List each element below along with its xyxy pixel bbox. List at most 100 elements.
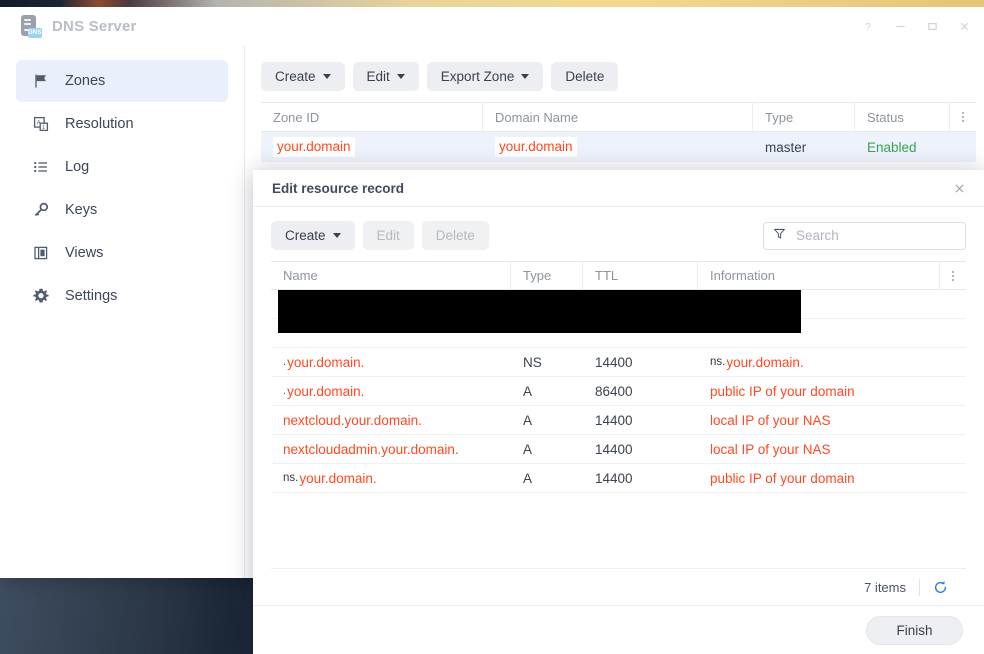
zones-column-status[interactable]: Status xyxy=(855,103,950,131)
record-type-cell: A xyxy=(511,435,583,463)
svg-text:?: ? xyxy=(865,21,871,32)
search-input[interactable] xyxy=(794,227,975,244)
record-name-prefix: ns. xyxy=(283,472,298,484)
window-title: DNS Server xyxy=(52,18,137,35)
close-icon[interactable] xyxy=(948,11,980,41)
record-ttl-cell: 14400 xyxy=(583,406,698,434)
finish-button[interactable]: Finish xyxy=(866,616,963,645)
item-count-label: 7 items xyxy=(864,580,906,595)
delete-record-label: Delete xyxy=(436,228,475,243)
sidebar-item-label: Resolution xyxy=(65,116,134,132)
zone-id-value: your.domain xyxy=(273,137,355,157)
sidebar-item-resolution[interactable]: A1 Resolution xyxy=(16,103,228,145)
record-name-cell: nextcloudadmin.your.domain. xyxy=(271,435,511,463)
edit-zone-label: Edit xyxy=(367,69,390,84)
dialog-header: Edit resource record xyxy=(253,170,984,207)
dns-icon-badge: DNS xyxy=(28,28,42,38)
window-titlebar: DNS DNS Server ? xyxy=(0,6,984,46)
sidebar-item-label: Log xyxy=(65,159,89,175)
delete-record-button: Delete xyxy=(422,221,489,250)
sidebar-item-log[interactable]: Log xyxy=(16,146,228,188)
record-name-prefix: . xyxy=(283,385,286,397)
sidebar-item-zones[interactable]: Zones xyxy=(16,60,228,102)
zones-table-row[interactable]: your.domain your.domain master Enabled xyxy=(261,132,976,162)
sidebar-item-label: Settings xyxy=(65,288,117,304)
window-controls: ? xyxy=(852,11,980,41)
search-box[interactable] xyxy=(763,222,966,250)
zone-status-cell: Enabled xyxy=(855,132,950,162)
zone-domain-name-cell: your.domain xyxy=(483,132,753,162)
edit-record-button: Edit xyxy=(363,221,414,250)
records-column-name[interactable]: Name xyxy=(271,262,511,289)
zones-column-domain-name[interactable]: Domain Name xyxy=(483,103,753,131)
table-row[interactable]: nextcloudadmin.your.domain. A 14400 loca… xyxy=(271,435,966,464)
delete-zone-button[interactable]: Delete xyxy=(551,62,618,91)
record-name-cell: ns.your.domain. xyxy=(271,464,511,492)
edit-record-label: Edit xyxy=(377,228,400,243)
maximize-icon[interactable] xyxy=(916,11,948,41)
sidebar-item-label: Keys xyxy=(65,202,97,218)
sidebar: Zones A1 Resolution Log xyxy=(0,46,245,578)
records-status-bar: 7 items xyxy=(271,568,966,605)
record-name-value: your.domain. xyxy=(299,471,376,486)
records-toolbar: Create Edit Delete xyxy=(271,221,966,261)
records-column-information[interactable]: Information xyxy=(698,262,940,289)
zones-table-header: Zone ID Domain Name Type Status xyxy=(261,102,976,132)
records-column-type[interactable]: Type xyxy=(511,262,583,289)
zones-column-options-icon[interactable] xyxy=(950,103,976,131)
zone-type-cell: master xyxy=(753,132,855,162)
record-ttl-cell: 14400 xyxy=(583,435,698,463)
sidebar-item-settings[interactable]: Settings xyxy=(16,275,228,317)
record-information-cell: local IP of your NAS xyxy=(698,406,966,434)
record-name-cell: nextcloud.your.domain. xyxy=(271,406,511,434)
list-icon xyxy=(30,159,52,175)
filter-icon xyxy=(773,227,786,245)
dns-server-icon: DNS xyxy=(18,14,42,38)
table-row[interactable]: .your.domain. A 86400 public IP of your … xyxy=(271,377,966,406)
table-row[interactable]: ns.your.domain. A 14400 public IP of you… xyxy=(271,464,966,493)
gear-icon xyxy=(30,288,52,304)
table-row[interactable]: nextcloud.your.domain. A 14400 local IP … xyxy=(271,406,966,435)
record-ttl-cell: 86400 xyxy=(583,377,698,405)
dialog-title: Edit resource record xyxy=(272,181,404,196)
redaction-overlay xyxy=(278,290,801,333)
create-zone-button[interactable]: Create xyxy=(261,62,345,91)
create-record-label: Create xyxy=(285,228,326,243)
record-info-prefix: ns. xyxy=(710,356,725,368)
chevron-down-icon xyxy=(333,233,341,238)
zones-toolbar: Create Edit Export Zone Delete xyxy=(261,62,976,102)
zone-id-cell: your.domain xyxy=(261,132,483,162)
records-column-options-icon[interactable] xyxy=(940,262,966,289)
dialog-body: Create Edit Delete Name Type TTL Informa… xyxy=(253,207,984,568)
create-record-button[interactable]: Create xyxy=(271,221,355,250)
record-name-cell: .your.domain. xyxy=(271,377,511,405)
minimize-icon[interactable] xyxy=(884,11,916,41)
zones-column-zone-id[interactable]: Zone ID xyxy=(261,103,483,131)
record-information-cell: public IP of your domain xyxy=(698,377,966,405)
edit-zone-button[interactable]: Edit xyxy=(353,62,419,91)
record-name-cell: .your.domain. xyxy=(271,348,511,376)
record-ttl-cell: 14400 xyxy=(583,464,698,492)
close-icon[interactable] xyxy=(948,177,970,199)
chevron-down-icon xyxy=(323,74,331,79)
record-type-cell: A xyxy=(511,464,583,492)
help-icon[interactable]: ? xyxy=(852,11,884,41)
record-information-cell: ns.your.domain. xyxy=(698,348,966,376)
record-ttl-cell: 14400 xyxy=(583,348,698,376)
zones-column-type[interactable]: Type xyxy=(753,103,855,131)
chevron-down-icon xyxy=(397,74,405,79)
svg-text:1: 1 xyxy=(42,125,45,131)
table-row[interactable]: .your.domain. NS 14400 ns.your.domain. xyxy=(271,348,966,377)
export-zone-button[interactable]: Export Zone xyxy=(427,62,544,91)
sidebar-item-label: Zones xyxy=(65,73,105,89)
resolution-icon: A1 xyxy=(30,116,52,132)
record-name-value: your.domain. xyxy=(287,355,364,370)
sidebar-item-views[interactable]: Views xyxy=(16,232,228,274)
record-name-prefix: . xyxy=(283,356,286,368)
dialog-footer: Finish xyxy=(253,605,984,654)
records-column-ttl[interactable]: TTL xyxy=(583,262,698,289)
refresh-icon[interactable] xyxy=(933,580,948,595)
sidebar-item-keys[interactable]: Keys xyxy=(16,189,228,231)
delete-zone-label: Delete xyxy=(565,69,604,84)
record-type-cell: NS xyxy=(511,348,583,376)
